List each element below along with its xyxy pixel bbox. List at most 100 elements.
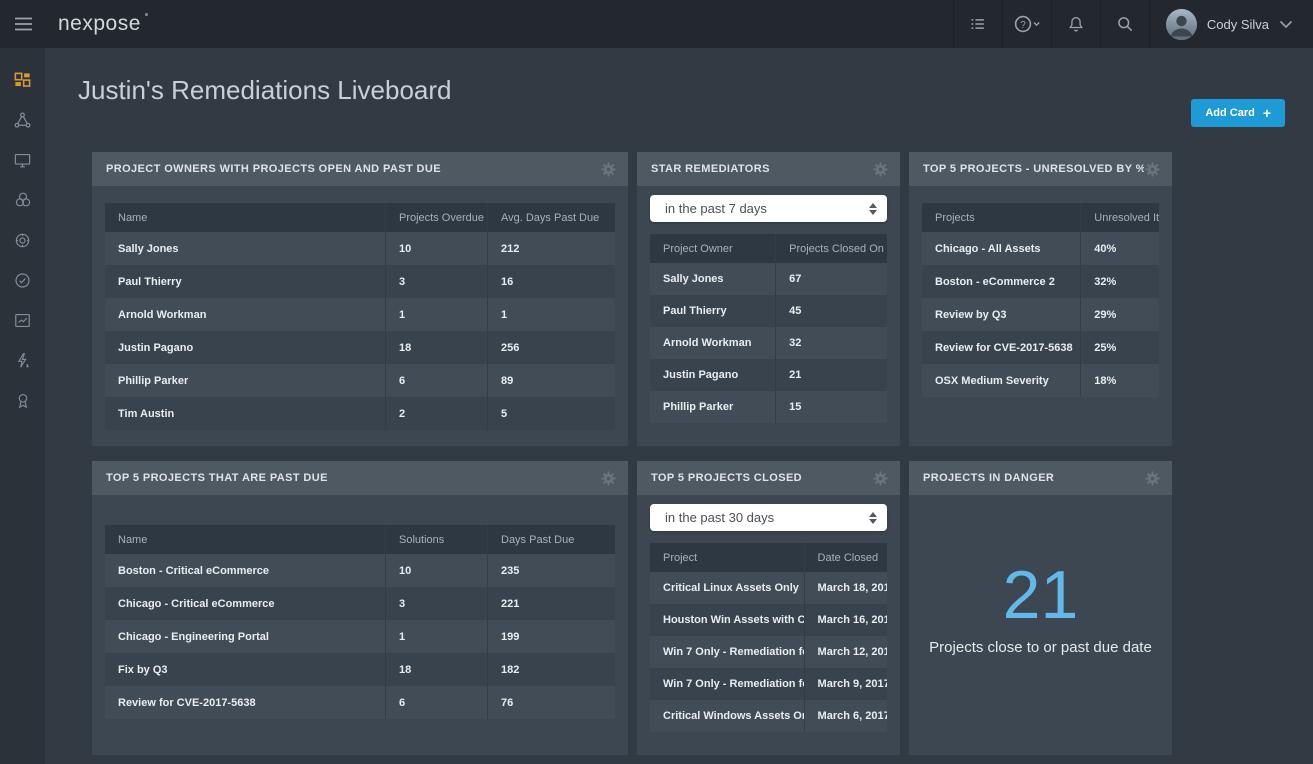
timeframe-select[interactable]: in the past 7 days bbox=[650, 195, 887, 222]
gear-icon[interactable] bbox=[872, 161, 889, 178]
table-cell: 16 bbox=[488, 265, 616, 298]
add-card-button[interactable]: Add Card + bbox=[1191, 99, 1285, 127]
card-body: in the past 30 days ProjectDate ClosedCr… bbox=[637, 495, 900, 755]
table-row: Critical Windows Assets OnlyMarch 6, 201… bbox=[650, 700, 887, 732]
card-header: TOP 5 PROJECTS - UNRESOLVED BY % bbox=[909, 152, 1172, 186]
sidebar-item-automation[interactable] bbox=[0, 340, 45, 380]
table-cell: Critical Windows Assets Only bbox=[650, 700, 804, 732]
sidebar bbox=[0, 48, 45, 764]
table-row: OSX Medium Severity18% bbox=[922, 364, 1159, 397]
timeframe-value: in the past 7 days bbox=[665, 201, 869, 216]
list-icon[interactable] bbox=[953, 0, 1002, 48]
gear-icon[interactable] bbox=[872, 470, 889, 487]
notifications-icon[interactable] bbox=[1051, 0, 1100, 48]
table-cell: 29% bbox=[1081, 298, 1159, 331]
table-row: Win 7 Only - Remediation for Q3March 9, … bbox=[650, 668, 887, 700]
gear-icon[interactable] bbox=[600, 161, 617, 178]
table-row: Arnold Workman32 bbox=[650, 327, 887, 359]
table-row: Boston - eCommerce 232% bbox=[922, 265, 1159, 298]
sidebar-item-remediations[interactable] bbox=[0, 260, 45, 300]
help-icon[interactable]: ? bbox=[1002, 0, 1051, 48]
table-cell: Review by Q3 bbox=[922, 298, 1081, 331]
logo[interactable]: nexpose bbox=[58, 12, 141, 36]
table-cell: 212 bbox=[488, 232, 616, 265]
user-menu[interactable]: Cody Silva bbox=[1149, 0, 1313, 48]
table-cell: Chicago - Engineering Portal bbox=[105, 620, 386, 653]
dashboard-icon bbox=[13, 71, 32, 90]
data-table: NameSolutionsDays Past DueBoston - Criti… bbox=[105, 525, 615, 719]
table-row: Review by Q329% bbox=[922, 298, 1159, 331]
table-row: Justin Pagano18256 bbox=[105, 331, 615, 364]
card-top5-closed: TOP 5 PROJECTS CLOSED in the past 30 bbox=[637, 461, 900, 755]
table-cell: March 16, 2017 bbox=[804, 604, 887, 636]
card-header: TOP 5 PROJECTS CLOSED bbox=[637, 461, 900, 495]
card-title: PROJECT OWNERS WITH PROJECTS OPEN AND PA… bbox=[106, 163, 600, 175]
table-header-row: ProjectsUnresolved Items bbox=[922, 203, 1159, 232]
table-cell: March 9, 2017 bbox=[804, 668, 887, 700]
column-header: Solutions bbox=[386, 525, 488, 554]
table-cell: Paul Thierry bbox=[650, 295, 776, 327]
table-cell: 6 bbox=[386, 364, 488, 397]
table-cell: Phillip Parker bbox=[650, 391, 776, 423]
timeframe-select[interactable]: in the past 30 days bbox=[650, 504, 887, 531]
table-cell: Arnold Workman bbox=[105, 298, 386, 331]
timeframe-value: in the past 30 days bbox=[665, 510, 869, 525]
table-row: Houston Win Assets with CVSS > 7March 16… bbox=[650, 604, 887, 636]
table-cell: Justin Pagano bbox=[105, 331, 386, 364]
table-cell: 18% bbox=[1081, 364, 1159, 397]
sidebar-item-goals[interactable] bbox=[0, 380, 45, 420]
table-cell: Fix by Q3 bbox=[105, 653, 386, 686]
card-title: STAR REMEDIATORS bbox=[651, 163, 872, 175]
card-star-remediators: STAR REMEDIATORS in the past 7 days bbox=[637, 152, 900, 446]
table-cell: 45 bbox=[776, 295, 887, 327]
column-header: Project bbox=[650, 543, 804, 572]
table-cell: 199 bbox=[488, 620, 616, 653]
column-header: Projects Overdue bbox=[386, 203, 488, 232]
table-cell: Justin Pagano bbox=[650, 359, 776, 391]
sidebar-item-dashboard[interactable] bbox=[0, 60, 45, 100]
table-cell: Tim Austin bbox=[105, 397, 386, 430]
table-cell: 10 bbox=[386, 232, 488, 265]
data-table: ProjectDate ClosedCritical Linux Assets … bbox=[650, 543, 887, 732]
sidebar-item-reports[interactable] bbox=[0, 300, 45, 340]
table-cell: 89 bbox=[488, 364, 616, 397]
gear-icon[interactable] bbox=[1144, 161, 1161, 178]
table-cell: 32% bbox=[1081, 265, 1159, 298]
table-row: Win 7 Only - Remediation for Q2March 12,… bbox=[650, 636, 887, 668]
table-cell: Win 7 Only - Remediation for Q2 bbox=[650, 636, 804, 668]
card-grid: PROJECT OWNERS WITH PROJECTS OPEN AND PA… bbox=[92, 152, 1172, 755]
table-row: Boston - Critical eCommerce10235 bbox=[105, 554, 615, 587]
table-row: Chicago - All Assets40% bbox=[922, 232, 1159, 265]
table-row: Review for CVE-2017-5638676 bbox=[105, 686, 615, 719]
table-row: Paul Thierry316 bbox=[105, 265, 615, 298]
card-title: TOP 5 PROJECTS THAT ARE PAST DUE bbox=[106, 472, 600, 484]
table-cell: Review for CVE-2017-5638 bbox=[922, 331, 1081, 364]
sidebar-item-vulnerabilities[interactable] bbox=[0, 180, 45, 220]
app-window: nexpose ? bbox=[0, 0, 1313, 764]
card-body: NameProjects OverdueAvg. Days Past DueSa… bbox=[92, 186, 628, 446]
table-cell: 3 bbox=[386, 265, 488, 298]
search-icon[interactable] bbox=[1100, 0, 1149, 48]
table-cell: Boston - eCommerce 2 bbox=[922, 265, 1081, 298]
gear-icon[interactable] bbox=[1144, 470, 1161, 487]
table-cell: 32 bbox=[776, 327, 887, 359]
monitor-icon bbox=[13, 151, 32, 170]
sidebar-item-assets[interactable] bbox=[0, 140, 45, 180]
table-row: Review for CVE-2017-563825% bbox=[922, 331, 1159, 364]
table-row: Arnold Workman11 bbox=[105, 298, 615, 331]
table-cell: 10 bbox=[386, 554, 488, 587]
menu-icon[interactable] bbox=[0, 0, 46, 48]
table-cell: 3 bbox=[386, 587, 488, 620]
add-card-label: Add Card bbox=[1205, 107, 1255, 119]
table-cell: 18 bbox=[386, 331, 488, 364]
sidebar-item-sitemap[interactable] bbox=[0, 100, 45, 140]
select-arrows-icon bbox=[869, 203, 877, 215]
page-title: Justin's Remediations Liveboard bbox=[78, 75, 1313, 106]
table-cell: 18 bbox=[386, 653, 488, 686]
table-cell: Review for CVE-2017-5638 bbox=[105, 686, 386, 719]
table-cell: 182 bbox=[488, 653, 616, 686]
gear-icon[interactable] bbox=[600, 470, 617, 487]
table-header-row: ProjectDate Closed bbox=[650, 543, 887, 572]
sidebar-item-scan[interactable] bbox=[0, 220, 45, 260]
card-title: TOP 5 PROJECTS - UNRESOLVED BY % bbox=[923, 163, 1144, 175]
